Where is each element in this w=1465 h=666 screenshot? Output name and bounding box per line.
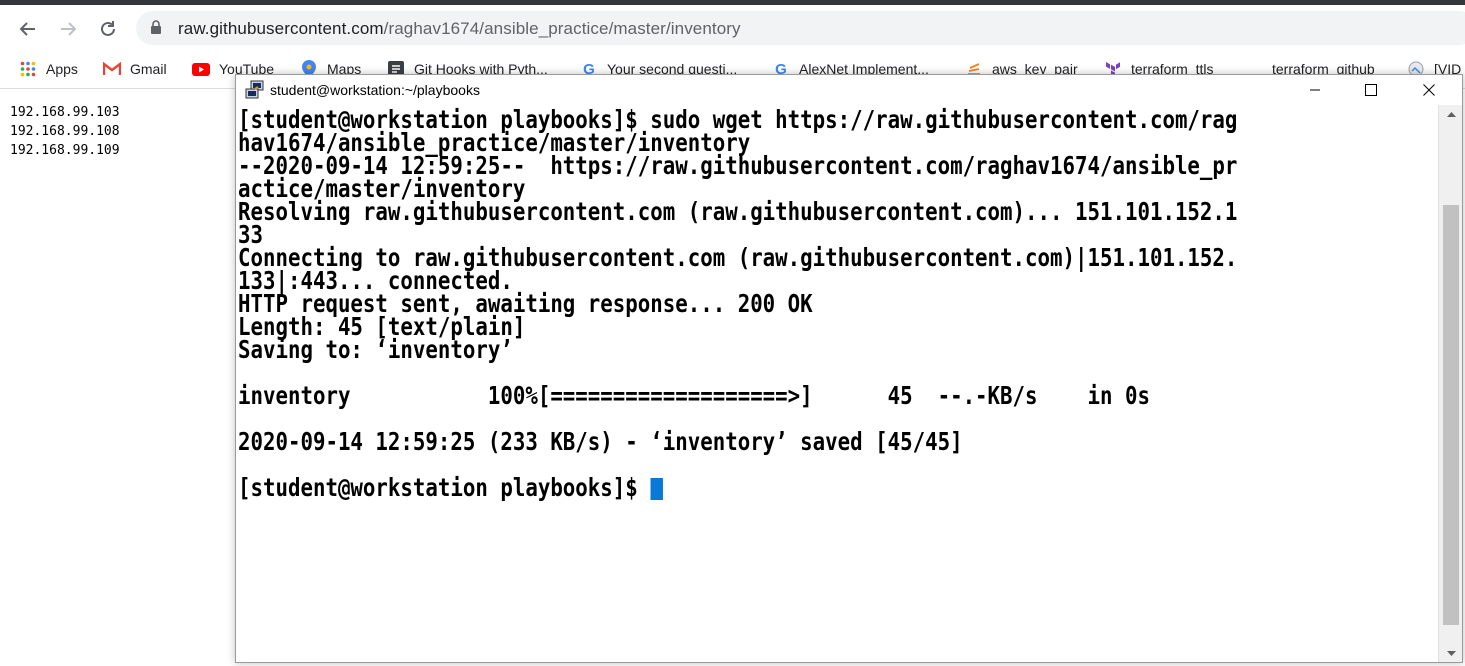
scroll-down-icon <box>1446 651 1456 656</box>
browser-toolbar: raw.githubusercontent.com/raghav1674/ans… <box>0 5 1465 51</box>
forward-button[interactable] <box>54 15 82 43</box>
maximize-icon <box>1365 84 1377 96</box>
url-host: raw.githubusercontent.com <box>178 19 384 38</box>
terminal-line: Saving to: ‘inventory’ <box>238 335 1234 364</box>
page-line: 192.168.99.108 <box>10 124 120 139</box>
back-button[interactable] <box>14 15 42 43</box>
reload-icon <box>101 21 115 36</box>
youtube-icon <box>192 60 210 78</box>
url-text: raw.githubusercontent.com/raghav1674/ans… <box>178 19 741 39</box>
terminal-cursor <box>650 478 663 500</box>
bookmark-gmail[interactable]: Gmail <box>103 59 167 79</box>
putty-titlebar[interactable]: student@workstation:~/playbooks <box>236 75 1462 105</box>
page-line: 192.168.99.103 <box>10 105 120 120</box>
bookmark-label: Gmail <box>130 61 167 77</box>
gmail-icon <box>103 60 121 78</box>
page-line: 192.168.99.109 <box>10 143 120 158</box>
url-path: /raghav1674/ansible_practice/master/inve… <box>383 19 741 38</box>
terminal-line-text: [student@workstation playbooks]$ <box>238 473 651 502</box>
window-title: student@workstation:~/playbooks <box>270 82 480 98</box>
terminal-line-text: Resolving raw.githubusercontent.com (raw… <box>238 197 1238 226</box>
arrow-left-icon <box>19 22 35 36</box>
terminal-text: [student@workstation playbooks]$ sudo wg… <box>238 107 1238 502</box>
terminal-scrollbar[interactable] <box>1438 105 1462 662</box>
bookmark-apps[interactable]: Apps <box>19 59 78 79</box>
terminal-line: 2020-09-14 12:59:25 (233 KB/s) - ‘invent… <box>238 427 1234 456</box>
putty-icon <box>245 80 264 99</box>
terminal-line: [student@workstation playbooks]$ <box>238 473 1234 502</box>
address-bar[interactable]: raw.githubusercontent.com/raghav1674/ans… <box>136 11 1465 45</box>
page-content: 192.168.99.103 192.168.99.108 192.168.99… <box>10 103 120 160</box>
terminal-line: inventory 100%[===================>] 45 … <box>238 381 1234 410</box>
scroll-down-button[interactable] <box>1439 645 1462 662</box>
minimize-button[interactable] <box>1286 75 1344 105</box>
apps-grid-icon <box>19 60 37 78</box>
arrow-right-icon <box>61 22 77 36</box>
lock-icon <box>151 20 161 34</box>
scroll-up-button[interactable] <box>1439 105 1462 123</box>
bookmark-label: Apps <box>46 61 78 77</box>
close-button[interactable] <box>1400 75 1458 105</box>
terminal-line-text: 2020-09-14 12:59:25 (233 KB/s) - ‘invent… <box>238 427 963 456</box>
terminal-line-text: inventory 100%[===================>] 45 … <box>238 381 1150 410</box>
scroll-thumb[interactable] <box>1443 205 1459 625</box>
scroll-up-icon <box>1446 112 1456 117</box>
terminal-line: Resolving raw.githubusercontent.com (raw… <box>238 197 1238 226</box>
minimize-icon <box>1310 89 1320 91</box>
terminal-area[interactable]: [student@workstation playbooks]$ sudo wg… <box>236 105 1438 662</box>
close-icon <box>1423 84 1435 96</box>
reload-button[interactable] <box>94 15 122 43</box>
maximize-button[interactable] <box>1342 75 1400 105</box>
terminal-line-text: Saving to: ‘inventory’ <box>238 335 513 364</box>
putty-window: student@workstation:~/playbooks [student… <box>235 74 1463 663</box>
